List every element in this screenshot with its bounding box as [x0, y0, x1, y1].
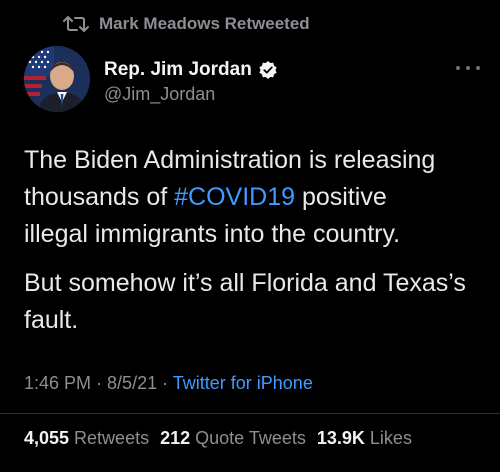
tweet-paragraph-1: The Biden Administration is releasing th…	[24, 142, 484, 253]
likes-count: 13.9K	[316, 428, 365, 448]
retweet-banner-label: Mark Meadows Retweeted	[99, 14, 310, 33]
likes-label: Likes	[369, 428, 412, 448]
quote-tweets-count: 212	[160, 428, 191, 448]
author-block[interactable]: Rep. Jim Jordan @Jim_Jordan	[104, 58, 278, 105]
profile-avatar[interactable]	[24, 46, 90, 112]
retweet-icon	[63, 14, 91, 34]
tweet-line: positive	[295, 183, 387, 211]
author-name[interactable]: Rep. Jim Jordan	[104, 59, 252, 81]
tweet-meta: 1:46 PM · 8/5/21 · Twitter for iPhone	[24, 373, 313, 394]
verified-badge-icon	[258, 60, 278, 80]
tweet-line: thousands of	[24, 183, 175, 211]
more-dot	[456, 66, 460, 70]
retweet-banner[interactable]: Mark Meadows Retweeted	[63, 12, 310, 36]
tweet-text: The Biden Administration is releasing th…	[24, 142, 484, 339]
quote-tweets-stat[interactable]: 212 Quote Tweets	[160, 428, 306, 449]
retweets-stat[interactable]: 4,055 Retweets	[24, 428, 149, 449]
tweet-date[interactable]: 8/5/21	[107, 373, 157, 393]
retweets-count: 4,055	[24, 428, 70, 448]
meta-separator: ·	[91, 373, 108, 393]
tweet-line: The Biden Administration is releasing	[24, 146, 436, 174]
engagement-stats: 4,055 Retweets 212 Quote Tweets 13.9K Li…	[24, 428, 412, 449]
more-dot	[466, 66, 470, 70]
tweet-source-link[interactable]: Twitter for iPhone	[173, 373, 313, 393]
author-name-row: Rep. Jim Jordan	[104, 58, 278, 82]
likes-stat[interactable]: 13.9K Likes	[317, 428, 412, 449]
quote-tweets-label: Quote Tweets	[195, 428, 306, 448]
tweet-paragraph-2: But somehow it’s all Florida and Texas’s…	[24, 269, 466, 334]
author-handle[interactable]: @Jim_Jordan	[104, 84, 278, 105]
retweets-label: Retweets	[74, 428, 150, 448]
tweet-time[interactable]: 1:46 PM	[24, 373, 91, 393]
meta-separator: ·	[157, 373, 173, 393]
divider	[0, 413, 500, 414]
more-options-icon[interactable]	[456, 60, 480, 76]
hashtag-link[interactable]: #COVID19	[174, 183, 295, 211]
tweet-line: illegal immigrants into the country.	[24, 220, 401, 248]
more-dot	[476, 66, 480, 70]
tweet-detail: Mark Meadows Retweeted Rep. Jim Jordan @…	[0, 0, 500, 472]
